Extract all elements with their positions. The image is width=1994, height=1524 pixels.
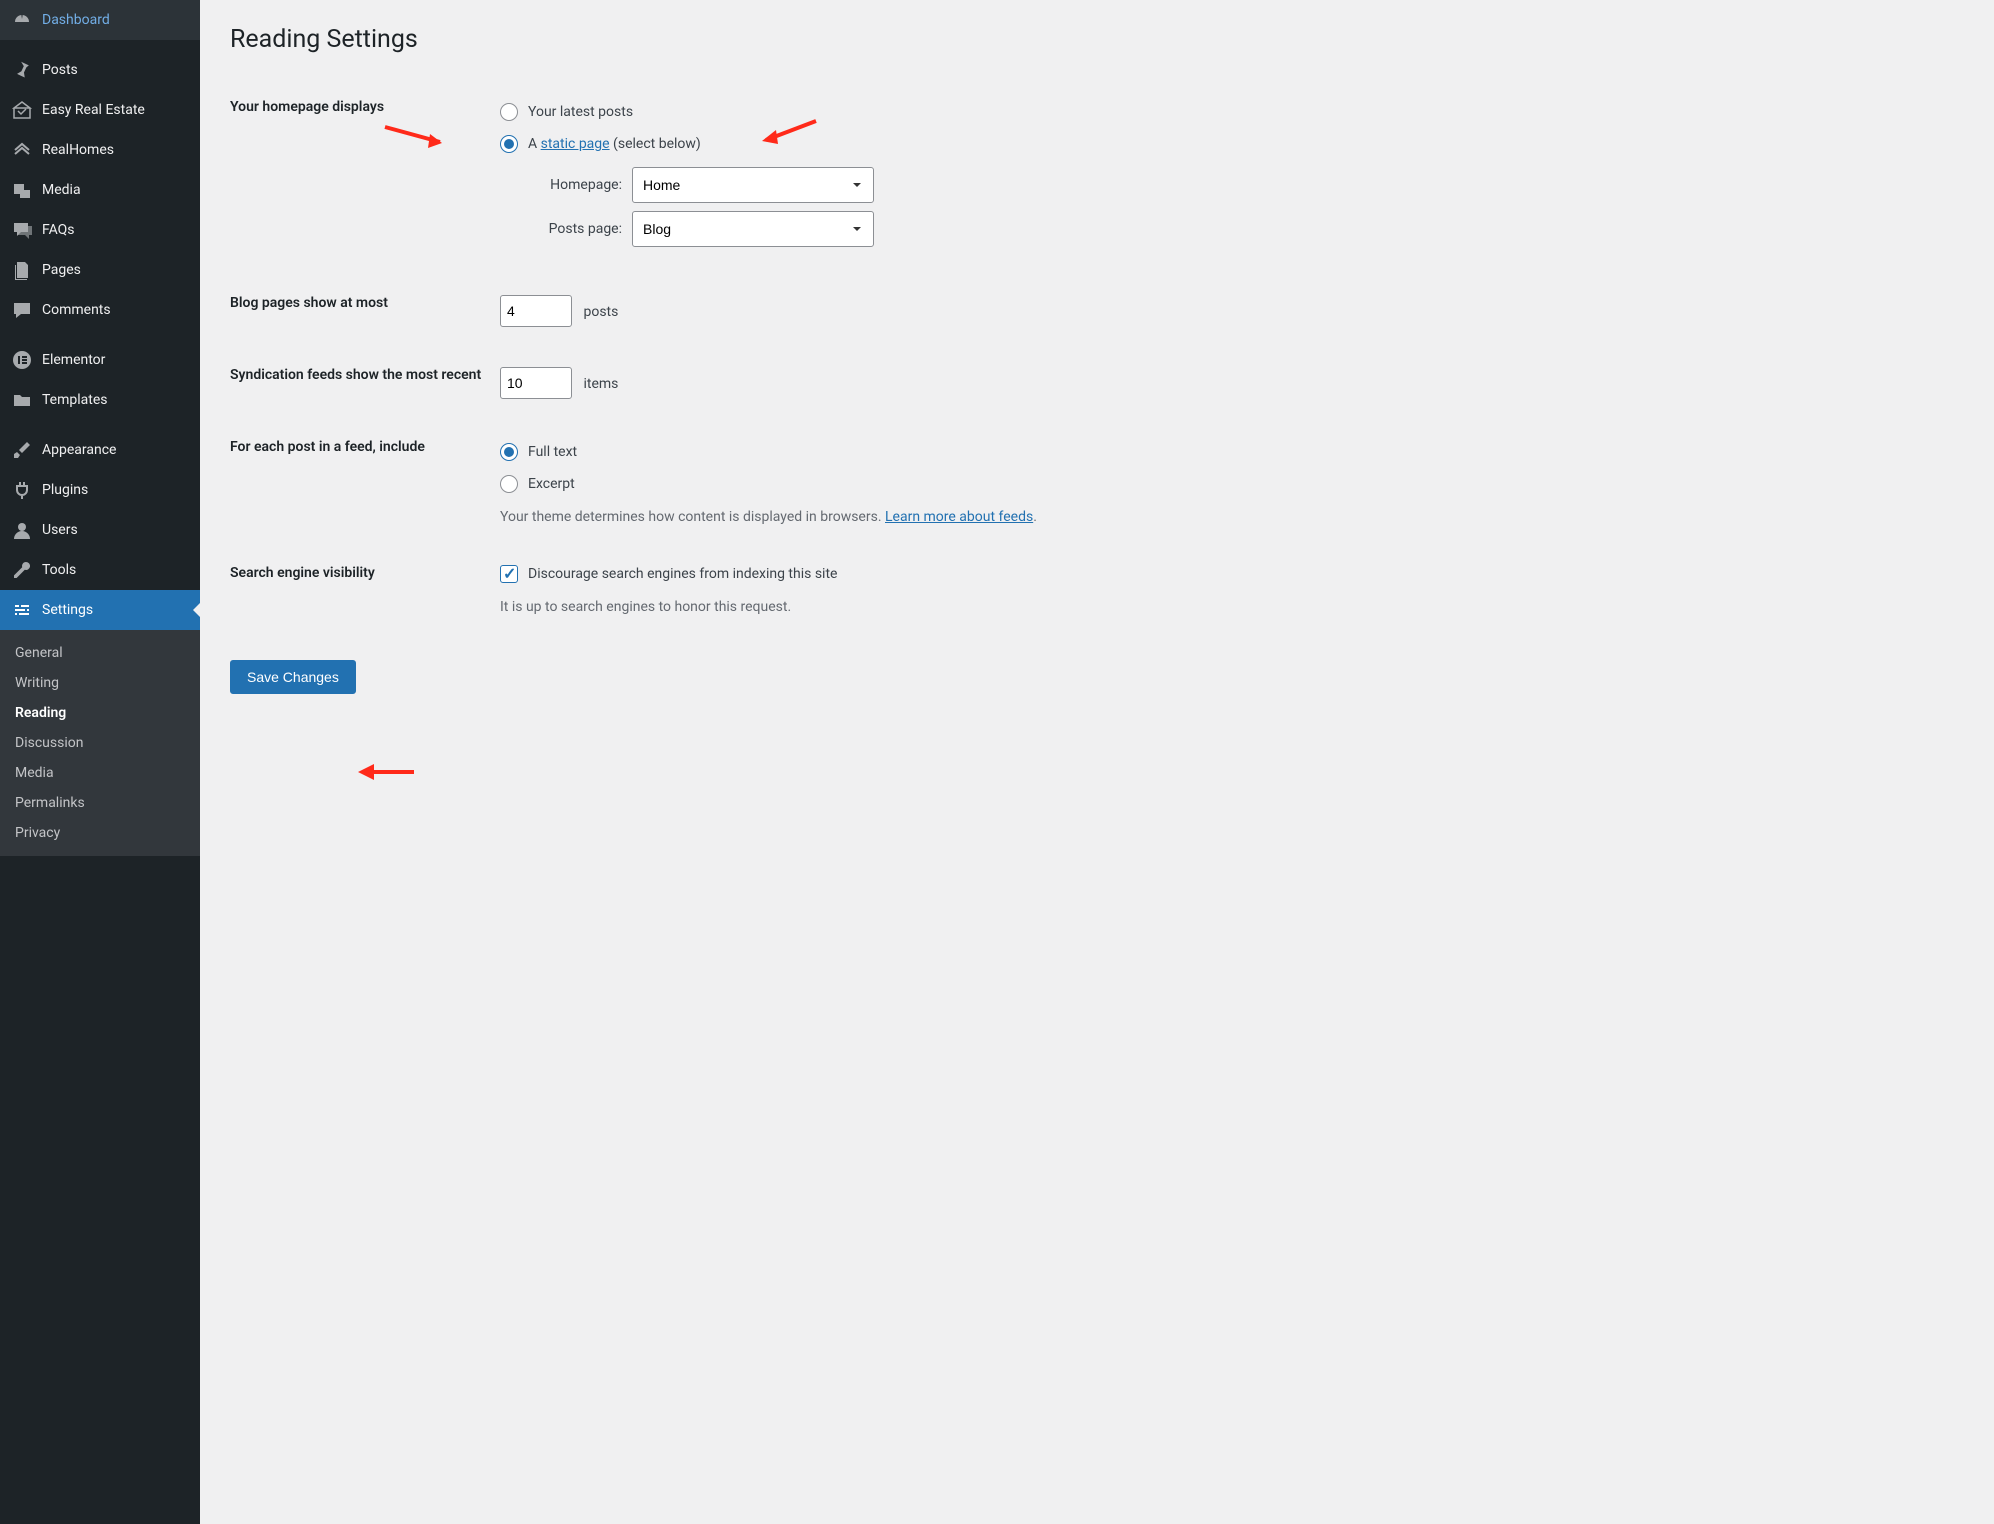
radio-latest-posts[interactable]: Your latest posts (500, 103, 1954, 121)
submenu-item-permalinks[interactable]: Permalinks (0, 788, 200, 818)
sidebar-item-templates[interactable]: Templates (0, 380, 200, 420)
estate-icon (12, 100, 32, 120)
radio-static-input[interactable] (500, 135, 518, 153)
homes-icon (12, 140, 32, 160)
sidebar-item-label: Posts (42, 62, 78, 78)
postspage-select-label: Posts page: (522, 221, 622, 237)
sidebar-item-appearance[interactable]: Appearance (0, 430, 200, 470)
sidebar-item-easy-real-estate[interactable]: Easy Real Estate (0, 90, 200, 130)
homepage-displays-label: Your homepage displays (230, 99, 384, 115)
visibility-description: It is up to search engines to honor this… (500, 599, 1954, 615)
blog-pages-label: Blog pages show at most (230, 295, 388, 311)
postspage-select[interactable]: Blog (632, 211, 874, 247)
sidebar-item-label: Tools (42, 562, 76, 578)
sidebar-item-label: FAQs (42, 222, 75, 238)
radio-full-input[interactable] (500, 443, 518, 461)
pin-icon (12, 60, 32, 80)
radio-excerpt[interactable]: Excerpt (500, 475, 1954, 493)
sidebar-item-elementor[interactable]: Elementor (0, 340, 200, 380)
sidebar-item-label: RealHomes (42, 142, 114, 158)
sidebar-item-pages[interactable]: Pages (0, 250, 200, 290)
sidebar-item-label: Dashboard (42, 12, 110, 28)
sidebar-item-settings[interactable]: Settings (0, 590, 200, 630)
blog-pages-suffix: posts (583, 304, 618, 320)
annotation-arrow-icon (754, 116, 824, 150)
wrench-icon (12, 560, 32, 580)
blog-pages-input[interactable] (500, 295, 572, 327)
sidebar-item-label: Templates (42, 392, 108, 408)
visibility-checkbox[interactable] (500, 565, 518, 583)
sidebar-item-label: Easy Real Estate (42, 102, 145, 118)
submenu-item-media[interactable]: Media (0, 758, 200, 788)
sidebar-item-label: Media (42, 182, 81, 198)
folder-icon (12, 390, 32, 410)
syndication-suffix: items (583, 376, 618, 392)
homepage-select-label: Homepage: (522, 177, 622, 193)
save-button[interactable]: Save Changes (230, 660, 356, 694)
brush-icon (12, 440, 32, 460)
sidebar-item-media[interactable]: Media (0, 170, 200, 210)
sidebar-item-label: Comments (42, 302, 111, 318)
feed-include-label: For each post in a feed, include (230, 439, 425, 455)
sidebar-item-dashboard[interactable]: Dashboard (0, 0, 200, 40)
faq-icon (12, 220, 32, 240)
radio-static-page[interactable]: A static page (select below) (500, 135, 1954, 153)
visibility-label: Search engine visibility (230, 565, 375, 581)
radio-excerpt-input[interactable] (500, 475, 518, 493)
sidebar-item-plugins[interactable]: Plugins (0, 470, 200, 510)
dashboard-icon (12, 10, 32, 30)
page-title: Reading Settings (230, 25, 1964, 54)
annotation-arrow-icon (380, 122, 450, 156)
pages-icon (12, 260, 32, 280)
sidebar-item-label: Plugins (42, 482, 88, 498)
sidebar-item-label: Users (42, 522, 78, 538)
annotation-arrow-icon (352, 757, 422, 791)
admin-sidebar: Dashboard Posts Easy Real Estate RealHomes M… (0, 0, 200, 1524)
radio-latest-input[interactable] (500, 103, 518, 121)
syndication-label: Syndication feeds show the most recent (230, 367, 481, 383)
main-content: Reading Settings Your homepage displays … (200, 0, 1994, 1524)
sliders-icon (12, 600, 32, 620)
homepage-select[interactable]: Home (632, 167, 874, 203)
settings-submenu: GeneralWritingReadingDiscussionMediaPerm… (0, 630, 200, 856)
submenu-item-writing[interactable]: Writing (0, 668, 200, 698)
sidebar-item-posts[interactable]: Posts (0, 50, 200, 90)
submenu-item-privacy[interactable]: Privacy (0, 818, 200, 848)
static-page-link[interactable]: static page (541, 136, 610, 152)
learn-more-link[interactable]: Learn more about feeds (885, 509, 1033, 525)
radio-full-text[interactable]: Full text (500, 443, 1954, 461)
submenu-item-reading[interactable]: Reading (0, 698, 200, 728)
feed-description: Your theme determines how content is dis… (500, 509, 1954, 525)
submenu-item-discussion[interactable]: Discussion (0, 728, 200, 758)
sidebar-item-comments[interactable]: Comments (0, 290, 200, 330)
sidebar-item-tools[interactable]: Tools (0, 550, 200, 590)
comment-icon (12, 300, 32, 320)
visibility-checkbox-row[interactable]: Discourage search engines from indexing … (500, 565, 1954, 583)
sidebar-item-label: Pages (42, 262, 81, 278)
sidebar-item-realhomes[interactable]: RealHomes (0, 130, 200, 170)
sidebar-item-faqs[interactable]: FAQs (0, 210, 200, 250)
plug-icon (12, 480, 32, 500)
elementor-icon (12, 350, 32, 370)
submenu-item-general[interactable]: General (0, 638, 200, 668)
sidebar-item-users[interactable]: Users (0, 510, 200, 550)
sidebar-item-label: Elementor (42, 352, 105, 368)
user-icon (12, 520, 32, 540)
sidebar-item-label: Appearance (42, 442, 116, 458)
media-icon (12, 180, 32, 200)
sidebar-item-label: Settings (42, 602, 93, 618)
syndication-input[interactable] (500, 367, 572, 399)
